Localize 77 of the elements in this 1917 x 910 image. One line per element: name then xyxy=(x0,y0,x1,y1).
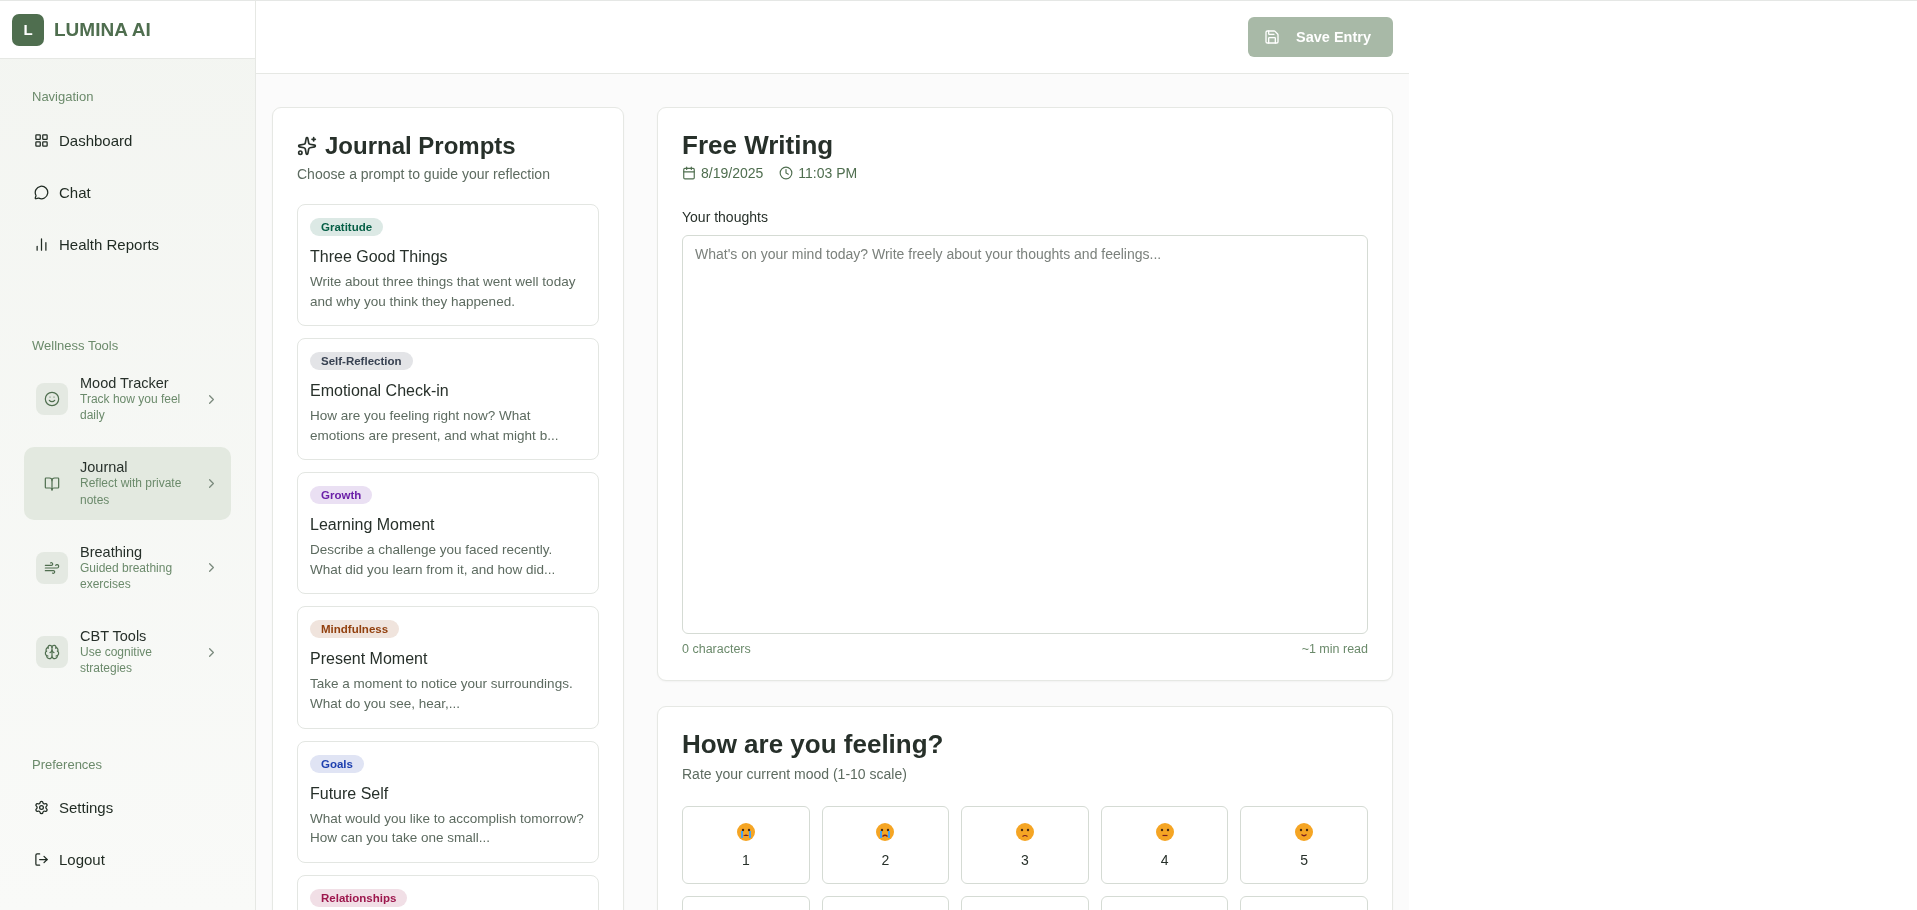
section-title: Preferences xyxy=(31,756,104,772)
brand-name: LUMINA AI xyxy=(54,18,151,41)
sidebar-tool-item[interactable]: CBT Tools Use cognitive strategies xyxy=(24,616,231,689)
tool-name: CBT Tools xyxy=(80,628,148,645)
nav-item[interactable]: Logout xyxy=(24,833,231,886)
section-title: Navigation xyxy=(31,89,95,104)
prompt-card[interactable]: Growth Learning Moment Describe a challenge you faced recently. What did you learn from it, and how did... xyxy=(297,472,599,595)
prompt-description: How are you feeling right now? What emotions are present, and what might b... xyxy=(310,407,560,445)
editor-title: Free Writing xyxy=(682,130,835,161)
sidebar-tool-item[interactable]: Mood Tracker Track how you feel daily xyxy=(24,363,231,436)
prompt-title: Emotional Check-in xyxy=(310,382,450,401)
mood-button[interactable]: 2 xyxy=(821,806,950,884)
mood-title: How are you feeling? xyxy=(682,729,945,760)
sidebar-tool-item[interactable]: Breathing Guided breathing exercises xyxy=(24,531,231,605)
calendar-icon xyxy=(682,166,696,180)
read-time: ~1 min read xyxy=(1301,642,1368,656)
prompts-subtitle: Choose a prompt to guide your reflection xyxy=(297,166,551,182)
sidebar-tool-item[interactable]: Journal Reflect with private notes xyxy=(24,447,231,520)
neutral-face-icon xyxy=(1154,822,1175,842)
tool-name: Journal xyxy=(80,459,129,476)
tool-subtitle: Track how you feel daily xyxy=(80,391,182,424)
smile-icon xyxy=(36,383,68,416)
category-tag: Gratitude xyxy=(310,218,384,236)
prompts-title: Journal Prompts xyxy=(325,132,516,160)
tool-subtitle: Guided breathing exercises xyxy=(80,560,174,593)
brain-icon xyxy=(36,636,68,669)
wind-icon xyxy=(36,551,68,584)
nav-item[interactable]: Chat xyxy=(24,166,231,218)
prompt-description: Describe a challenge you faced recently. What did you learn from it, and how did... xyxy=(310,541,557,579)
tool-subtitle: Reflect with private notes xyxy=(80,475,183,508)
prompt-description: What would you like to accomplish tomorrow? How can you take one small... xyxy=(310,809,585,848)
prompt-card[interactable]: Mindfulness Present Moment Take a moment to notice your surroundings. What do you see, hear,... xyxy=(297,606,599,729)
prompt-title: Learning Moment xyxy=(310,516,436,535)
tool-name: Breathing xyxy=(80,543,144,560)
sparkles-icon xyxy=(297,136,317,156)
save-icon xyxy=(1264,29,1281,45)
nav-item[interactable]: Health Reports xyxy=(24,218,231,270)
entry-time: 11:03 PM xyxy=(798,165,858,181)
prompt-card[interactable]: Self-Reflection Emotional Check-in How are you feeling right now? What emotions are present, and what might b... xyxy=(297,338,599,461)
sad-face-icon xyxy=(875,822,896,842)
category-tag: Self-Reflection xyxy=(310,352,413,371)
prompt-title: Future Self xyxy=(310,784,390,803)
character-count: 0 characters xyxy=(682,642,751,656)
field-label: Your thoughts xyxy=(682,209,769,225)
category-tag: Mindfulness xyxy=(310,620,400,639)
mood-button[interactable]: 4 xyxy=(1100,806,1229,884)
mood-subtitle: Rate your current mood (1-10 scale) xyxy=(682,766,908,782)
category-tag: Relationships xyxy=(310,888,408,907)
mood-button[interactable]: 5 xyxy=(1240,806,1368,884)
prompt-title: Present Moment xyxy=(310,650,429,669)
nav-item[interactable]: Settings xyxy=(24,781,231,834)
prompt-card[interactable]: Goals Future Self What would you like to accomplish tomorrow? How can you take one small... xyxy=(297,740,599,863)
settings-icon xyxy=(34,800,49,815)
nav-item[interactable]: Dashboard xyxy=(24,114,231,166)
logo-mark: L xyxy=(12,13,44,46)
prompt-card[interactable]: Gratitude Three Good Things Write about three things that went well today and why you think they happened. xyxy=(297,204,599,327)
prompt-description: Take a moment to notice your surroundings. What do you see, hear,... xyxy=(310,675,574,713)
prompt-card[interactable]: Relationships xyxy=(297,874,599,910)
crying-face-icon xyxy=(735,822,756,842)
logout-icon xyxy=(34,852,49,867)
grid-icon xyxy=(34,132,49,148)
mood-button[interactable]: 1 xyxy=(682,806,810,884)
prompt-description: Write about three things that went well today and why you think they happened. xyxy=(310,273,577,311)
prompt-title: Three Good Things xyxy=(310,248,449,266)
tool-subtitle: Use cognitive strategies xyxy=(80,644,154,677)
smiling-face-icon xyxy=(1294,822,1315,842)
bar-chart-icon xyxy=(34,236,49,252)
tool-name: Mood Tracker xyxy=(80,375,170,391)
section-title: Wellness Tools xyxy=(31,338,120,353)
journal-text-area[interactable]: What's on your mind today? Write freely about your thoughts and feelings... xyxy=(682,235,1368,634)
category-tag: Growth xyxy=(310,486,373,505)
entry-date: 8/19/2025 xyxy=(701,165,764,181)
disappointed-face-icon xyxy=(1015,822,1035,842)
clock-icon xyxy=(779,166,794,180)
category-tag: Goals xyxy=(310,754,364,773)
mood-button[interactable]: 3 xyxy=(961,806,1089,884)
chat-icon xyxy=(34,184,49,200)
